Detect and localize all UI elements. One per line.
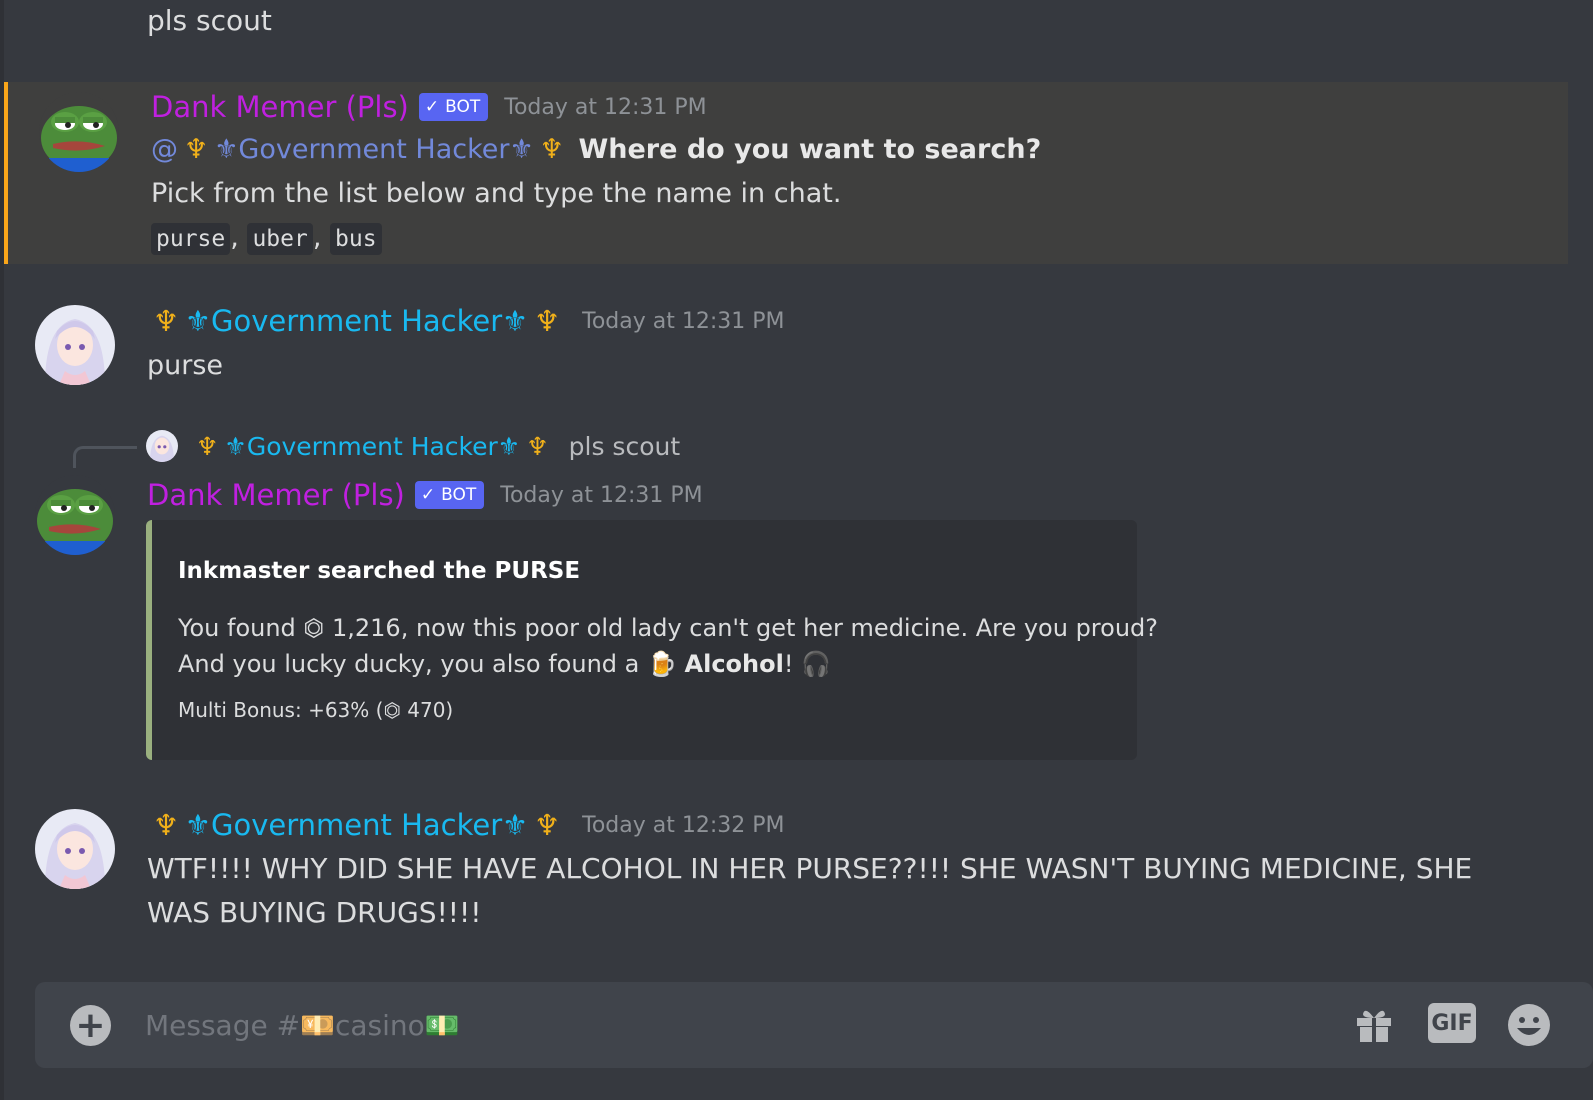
separator: ,: [312, 222, 322, 253]
bot-tag-label: BOT: [445, 97, 481, 117]
anime-girl-avatar[interactable]: [35, 305, 115, 385]
check-icon: ✓: [424, 97, 440, 117]
reply-connector: [73, 446, 137, 468]
author-name-label: ⚜Government Hacker⚜: [185, 808, 529, 842]
message-input[interactable]: [145, 1002, 1325, 1048]
mention-line: @ ♆ ⚜Government Hacker⚜ ♆ Where do you want…: [151, 134, 1041, 165]
separator: ,: [230, 222, 239, 253]
alcohol-item: Alcohol: [684, 650, 784, 678]
gif-button[interactable]: GIF: [1428, 1003, 1476, 1043]
message-header: Dank Memer (Pls) ✓ BOT Today at 12:31 PM: [147, 478, 703, 512]
reply-author[interactable]: ♆ ⚜Government Hacker⚜ ♆: [190, 432, 555, 461]
instruction-text: Pick from the list below and type the na…: [151, 178, 842, 209]
trident-icon: ♆: [526, 431, 549, 461]
bot-tag: ✓ BOT: [414, 481, 485, 509]
reply-author-label: ⚜Government Hacker⚜: [224, 431, 521, 461]
question-text: Where do you want to search?: [578, 134, 1042, 165]
author-name-government-hacker[interactable]: ♆ ⚜Government Hacker⚜ ♆: [147, 808, 566, 842]
author-name-government-hacker[interactable]: ♆ ⚜Government Hacker⚜ ♆: [147, 304, 566, 338]
message-text-pls-scout: pls scout: [147, 4, 272, 37]
pepe-avatar[interactable]: [39, 92, 119, 172]
trident-icon: ♆: [153, 304, 179, 338]
check-icon: ✓: [420, 485, 436, 505]
timestamp: Today at 12:32 PM: [582, 812, 785, 838]
option-code: uber: [247, 223, 313, 255]
trident-icon: ♆: [539, 134, 564, 165]
bot-tag-label: BOT: [441, 485, 477, 505]
anime-girl-avatar[interactable]: [35, 809, 115, 889]
timestamp: Today at 12:31 PM: [500, 482, 703, 508]
embed-footer: Multi Bonus: +63% (⏣ 470): [178, 698, 454, 722]
author-name-dank-memer[interactable]: Dank Memer (Pls): [147, 478, 405, 512]
search-result-embed: Inkmaster searched the PURSE You found ⏣…: [146, 520, 1158, 760]
headphone-icon: ! 🎧: [783, 650, 831, 678]
message-government-hacker-rant[interactable]: ♆ ⚜Government Hacker⚜ ♆ Today at 12:32 PM …: [0, 804, 1568, 944]
trident-icon: ♆: [196, 431, 219, 461]
message-government-hacker-purse[interactable]: ♆ ⚜Government Hacker⚜ ♆ Today at 12:31 PM …: [0, 300, 1568, 400]
reply-preview[interactable]: ♆ ⚜Government Hacker⚜ ♆ pls scout: [146, 430, 680, 462]
mention-user[interactable]: ⚜Government Hacker⚜: [214, 134, 533, 165]
chat-window: pls scout Dank Memer (Pls) ✓ BOT Today a…: [0, 0, 1593, 1100]
message-composer: + GIF: [35, 982, 1593, 1068]
trident-icon: ♆: [534, 808, 561, 842]
reply-text: pls scout: [568, 431, 681, 461]
message-header: ♆ ⚜Government Hacker⚜ ♆ Today at 12:32 PM: [147, 808, 785, 842]
mention-at[interactable]: @: [151, 134, 178, 165]
embed-title: Inkmaster searched the PURSE: [178, 558, 581, 584]
embed-description-line2: And you lucky ducky, you also found a 🍺 …: [178, 650, 831, 678]
found-text: And you lucky ducky, you also found a 🍺: [178, 650, 677, 678]
message-header: Dank Memer (Pls) ✓ BOT Today at 12:31 PM: [151, 90, 707, 124]
reply-avatar: [146, 430, 178, 462]
option-code: purse: [151, 223, 231, 255]
message-header: ♆ ⚜Government Hacker⚜ ♆ Today at 12:31 PM: [147, 304, 785, 338]
options-list: purse, uber, bus: [151, 222, 382, 255]
trident-icon: ♆: [534, 304, 561, 338]
timestamp: Today at 12:31 PM: [582, 308, 785, 334]
message-text: purse: [147, 350, 224, 381]
message-text-line1: WTF!!!! WHY DID SHE HAVE ALCOHOL IN HER …: [147, 852, 1473, 885]
timestamp: Today at 12:31 PM: [504, 94, 707, 120]
plus-icon[interactable]: +: [70, 1005, 111, 1046]
message-dank-memer-mention[interactable]: Dank Memer (Pls) ✓ BOT Today at 12:31 PM …: [4, 82, 1568, 264]
trident-icon: ♆: [184, 134, 209, 165]
option-code: bus: [330, 223, 382, 255]
emoji-icon[interactable]: [1506, 1002, 1552, 1048]
trident-icon: ♆: [153, 808, 179, 842]
bot-tag: ✓ BOT: [418, 93, 489, 121]
author-name-label: ⚜Government Hacker⚜: [185, 304, 529, 338]
message-text-line2: WAS BUYING DRUGS!!!!: [147, 896, 482, 929]
pepe-avatar[interactable]: [35, 475, 115, 555]
author-name-dank-memer[interactable]: Dank Memer (Pls): [151, 90, 409, 124]
gift-icon[interactable]: [1353, 1002, 1395, 1044]
embed-description-line1: You found ⏣ 1,216, now this poor old lad…: [178, 614, 1159, 642]
